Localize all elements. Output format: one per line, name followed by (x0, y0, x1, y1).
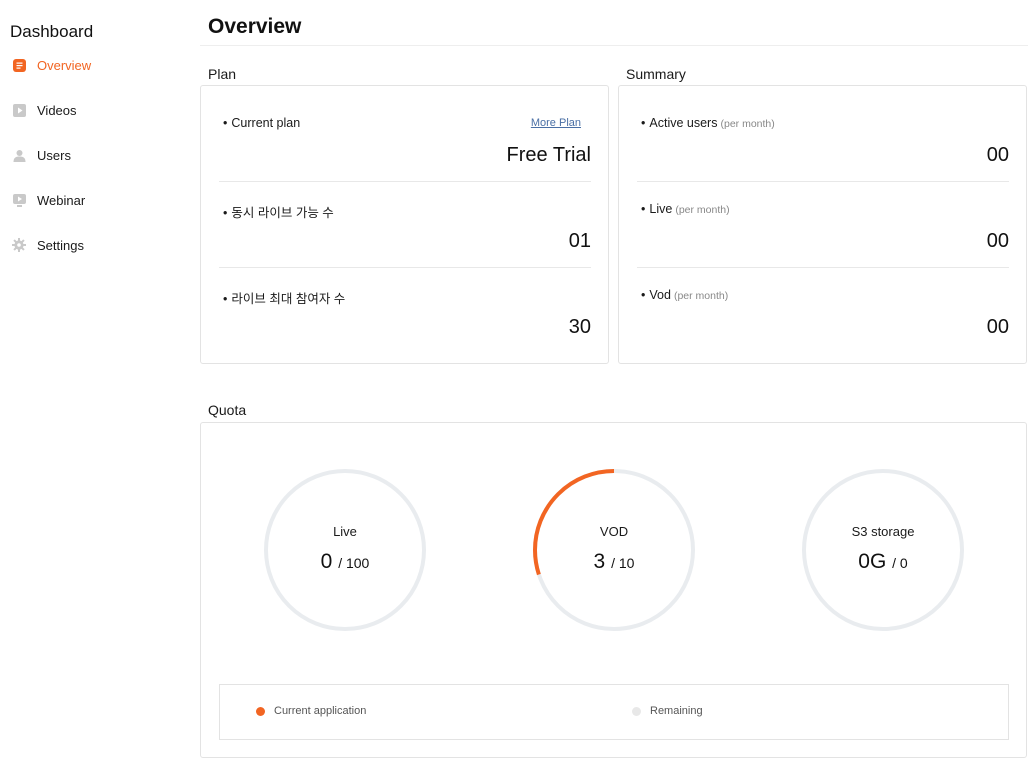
legend-item-current: Current application (256, 705, 366, 717)
sidebar-item-label: Users (37, 147, 71, 163)
sidebar-item-label: Overview (37, 57, 92, 73)
active-users-value: 00 (986, 144, 1009, 166)
summary-row-vod: • Vod (per month) 00 (637, 258, 1009, 344)
summary-row-live: • Live (per month) 00 (637, 172, 1009, 258)
gauge-used: 0G (858, 550, 887, 573)
gauge-total: / 100 (338, 555, 370, 571)
live-value: 00 (986, 230, 1009, 252)
webinar-icon (12, 193, 26, 207)
legend-dot-remaining (632, 706, 641, 716)
sidebar-item-label: Settings (37, 237, 84, 253)
quota-section-title: Quota (208, 402, 247, 418)
sidebar: Dashboard Overview Videos Users Webinar … (0, 0, 200, 766)
sidebar-item-label: Videos (37, 102, 77, 118)
document-icon (12, 58, 26, 72)
page-title: Overview (208, 15, 302, 38)
more-plan-link[interactable]: More Plan (531, 117, 581, 129)
gauge-label: Live (333, 524, 357, 539)
quota-legend: Current application Remaining (219, 684, 1009, 740)
max-participants-label: • 라이브 최대 참여자 수 (223, 292, 346, 306)
legend-item-remaining: Remaining (632, 705, 703, 717)
plan-row-current-plan: • Current plan More Plan Free Trial (219, 86, 591, 172)
concurrent-live-value: 01 (568, 230, 591, 252)
current-plan-value: Free Trial (506, 144, 591, 166)
gauge-total: / 0 (892, 555, 908, 571)
max-participants-value: 30 (568, 316, 591, 338)
vod-label: • Vod (per month) (641, 288, 729, 302)
live-label: • Live (per month) (641, 202, 730, 216)
sidebar-item-users[interactable]: Users (12, 144, 71, 166)
vod-value: 00 (986, 316, 1009, 338)
sidebar-item-settings[interactable]: Settings (12, 234, 84, 256)
plan-row-concurrent-live: • 동시 라이브 가능 수 01 (219, 172, 591, 258)
quota-card: Live 0 / 100 VOD 3 / 10 S3 storage 0G / … (200, 422, 1027, 758)
gauge-value: 3 / 10 (532, 550, 696, 574)
sidebar-item-webinar[interactable]: Webinar (12, 189, 85, 211)
gear-icon (12, 238, 26, 252)
current-plan-label: • Current plan (223, 116, 301, 130)
gauge-value: 0G / 0 (801, 550, 965, 574)
sidebar-item-overview[interactable]: Overview (12, 54, 91, 76)
gauge-used: 3 (593, 550, 606, 573)
summary-card: • Active users (per month) 00 • Live (per mo… (618, 85, 1027, 364)
summary-row-active-users: • Active users (per month) 00 (637, 86, 1009, 172)
legend-dot-current (256, 706, 265, 716)
legend-label: Current application (274, 705, 367, 717)
quota-gauge-vod: VOD 3 / 10 (532, 468, 696, 632)
video-play-icon (12, 103, 26, 117)
gauge-label: VOD (599, 524, 629, 539)
active-users-label: • Active users (per month) (641, 116, 775, 130)
gauge-used: 0 (320, 550, 333, 573)
legend-label: Remaining (650, 705, 703, 717)
gauge-total: / 10 (611, 555, 635, 571)
user-icon (12, 148, 26, 162)
header-divider (200, 45, 1028, 46)
quota-gauge-live: Live 0 / 100 (263, 468, 427, 632)
gauge-label: S3 storage (851, 524, 915, 539)
plan-row-max-participants: • 라이브 최대 참여자 수 30 (219, 258, 591, 344)
sidebar-title: Dashboard (10, 22, 94, 41)
sidebar-item-label: Webinar (37, 192, 86, 208)
plan-section-title: Plan (208, 66, 237, 82)
quota-gauge-s3-storage: S3 storage 0G / 0 (801, 468, 965, 632)
plan-card: • Current plan More Plan Free Trial • 동시 라… (200, 85, 609, 364)
summary-section-title: Summary (626, 66, 686, 82)
sidebar-item-videos[interactable]: Videos (12, 99, 77, 121)
concurrent-live-label: • 동시 라이브 가능 수 (223, 206, 334, 220)
gauge-value: 0 / 100 (263, 550, 427, 574)
